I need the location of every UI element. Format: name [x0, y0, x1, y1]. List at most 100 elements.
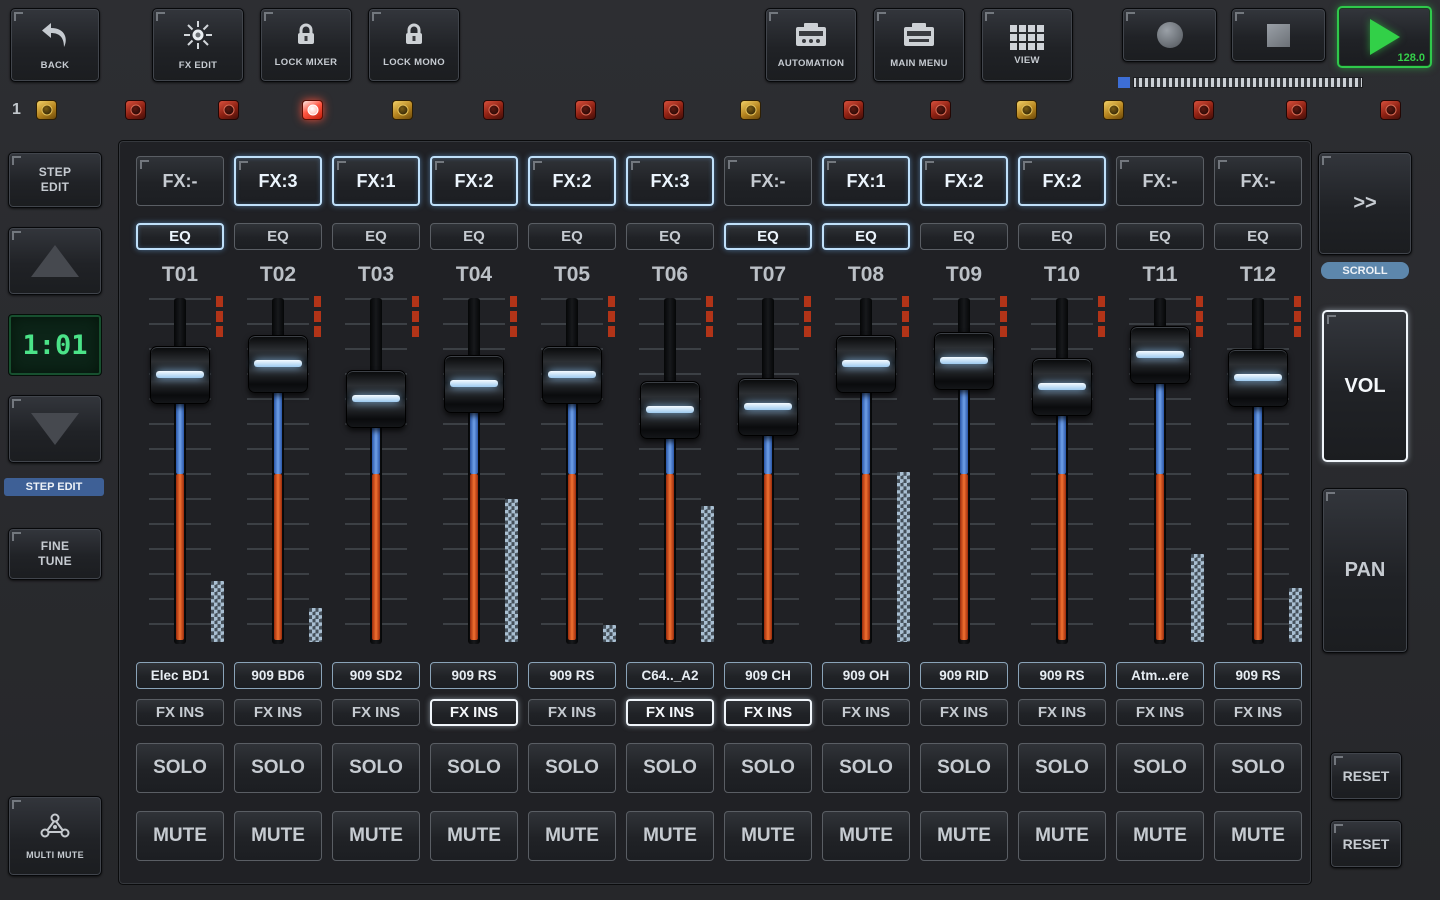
main-menu-button[interactable]: MAIN MENU: [873, 8, 965, 82]
fx-insert-button[interactable]: FX INS: [1214, 699, 1302, 726]
solo-button[interactable]: SOLO: [1018, 743, 1106, 793]
fader[interactable]: [1018, 294, 1106, 654]
mute-button[interactable]: MUTE: [1214, 811, 1302, 861]
led-indicator-icon[interactable]: [575, 100, 596, 120]
multi-mute-button[interactable]: MULTI MUTE: [8, 796, 102, 876]
led-indicator-icon[interactable]: [843, 100, 864, 120]
fader-knob[interactable]: [346, 370, 406, 428]
led-indicator-icon[interactable]: [663, 100, 684, 120]
stop-button[interactable]: [1231, 8, 1326, 62]
fx-insert-button[interactable]: FX INS: [1116, 699, 1204, 726]
fader-knob[interactable]: [738, 378, 798, 436]
eq-button[interactable]: EQ: [430, 223, 518, 250]
sample-name-button[interactable]: 909 SD2: [332, 662, 420, 689]
reset-mute-button[interactable]: RESET: [1330, 820, 1402, 868]
sample-name-button[interactable]: 909 RS: [1018, 662, 1106, 689]
mute-button[interactable]: MUTE: [920, 811, 1008, 861]
eq-button[interactable]: EQ: [1018, 223, 1106, 250]
step-up-button[interactable]: [8, 227, 102, 295]
fx-slot-button[interactable]: FX:-: [1116, 156, 1204, 206]
scroll-right-button[interactable]: >>: [1318, 152, 1412, 255]
fader-knob[interactable]: [1228, 349, 1288, 407]
sample-name-button[interactable]: 909 CH: [724, 662, 812, 689]
sample-name-button[interactable]: Elec BD1: [136, 662, 224, 689]
solo-button[interactable]: SOLO: [1116, 743, 1204, 793]
fader-knob[interactable]: [836, 335, 896, 393]
fader[interactable]: [430, 294, 518, 654]
led-indicator-icon[interactable]: [1286, 100, 1307, 120]
play-button[interactable]: 128.0: [1337, 6, 1432, 68]
fader-knob[interactable]: [1032, 358, 1092, 416]
speaker-indicator-icon[interactable]: [36, 100, 57, 120]
fx-slot-button[interactable]: FX:-: [724, 156, 812, 206]
solo-button[interactable]: SOLO: [430, 743, 518, 793]
fx-edit-button[interactable]: FX EDIT: [152, 8, 244, 82]
fx-insert-button[interactable]: FX INS: [626, 699, 714, 726]
playback-progress-bar[interactable]: [1118, 76, 1363, 88]
mute-button[interactable]: MUTE: [724, 811, 812, 861]
eq-button[interactable]: EQ: [1214, 223, 1302, 250]
fader[interactable]: [626, 294, 714, 654]
fx-insert-button[interactable]: FX INS: [136, 699, 224, 726]
mute-button[interactable]: MUTE: [234, 811, 322, 861]
eq-button[interactable]: EQ: [528, 223, 616, 250]
solo-button[interactable]: SOLO: [920, 743, 1008, 793]
lock-mixer-button[interactable]: LOCK MIXER: [260, 8, 352, 82]
position-display[interactable]: 1:01: [8, 314, 102, 376]
mute-button[interactable]: MUTE: [430, 811, 518, 861]
fader[interactable]: [1214, 294, 1302, 654]
fx-slot-button[interactable]: FX:3: [626, 156, 714, 206]
fx-insert-button[interactable]: FX INS: [822, 699, 910, 726]
led-indicator-icon[interactable]: [483, 100, 504, 120]
fx-slot-button[interactable]: FX:-: [1214, 156, 1302, 206]
fader-knob[interactable]: [150, 346, 210, 404]
fader[interactable]: [724, 294, 812, 654]
eq-button[interactable]: EQ: [626, 223, 714, 250]
fx-slot-button[interactable]: FX:2: [528, 156, 616, 206]
fader[interactable]: [528, 294, 616, 654]
pan-mode-button[interactable]: PAN: [1322, 488, 1408, 653]
led-indicator-icon[interactable]: [125, 100, 146, 120]
solo-button[interactable]: SOLO: [332, 743, 420, 793]
solo-button[interactable]: SOLO: [234, 743, 322, 793]
eq-button[interactable]: EQ: [234, 223, 322, 250]
fader-knob[interactable]: [1130, 326, 1190, 384]
fx-slot-button[interactable]: FX:2: [920, 156, 1008, 206]
eq-button[interactable]: EQ: [724, 223, 812, 250]
eq-button[interactable]: EQ: [1116, 223, 1204, 250]
solo-button[interactable]: SOLO: [136, 743, 224, 793]
back-button[interactable]: BACK: [10, 8, 100, 82]
fx-insert-button[interactable]: FX INS: [332, 699, 420, 726]
speaker-indicator-icon[interactable]: [392, 100, 413, 120]
fader-knob[interactable]: [934, 332, 994, 390]
mute-button[interactable]: MUTE: [822, 811, 910, 861]
fx-slot-button[interactable]: FX:-: [136, 156, 224, 206]
record-button[interactable]: [1122, 8, 1217, 62]
eq-button[interactable]: EQ: [822, 223, 910, 250]
sample-name-button[interactable]: Atm...ere: [1116, 662, 1204, 689]
fader[interactable]: [822, 294, 910, 654]
solo-button[interactable]: SOLO: [528, 743, 616, 793]
fx-insert-button[interactable]: FX INS: [430, 699, 518, 726]
fader[interactable]: [1116, 294, 1204, 654]
led-indicator-icon[interactable]: [218, 100, 239, 120]
fader[interactable]: [332, 294, 420, 654]
sample-name-button[interactable]: 909 OH: [822, 662, 910, 689]
fx-slot-button[interactable]: FX:3: [234, 156, 322, 206]
fx-insert-button[interactable]: FX INS: [234, 699, 322, 726]
fine-tune-button[interactable]: FINE TUNE: [8, 528, 102, 580]
mute-button[interactable]: MUTE: [1018, 811, 1106, 861]
step-down-button[interactable]: [8, 395, 102, 463]
fx-insert-button[interactable]: FX INS: [724, 699, 812, 726]
automation-button[interactable]: AUTOMATION: [765, 8, 857, 82]
fx-insert-button[interactable]: FX INS: [920, 699, 1008, 726]
fader-knob[interactable]: [444, 355, 504, 413]
reset-solo-button[interactable]: RESET: [1330, 752, 1402, 800]
sample-name-button[interactable]: 909 RS: [1214, 662, 1302, 689]
fader[interactable]: [136, 294, 224, 654]
mute-button[interactable]: MUTE: [528, 811, 616, 861]
solo-button[interactable]: SOLO: [724, 743, 812, 793]
mute-button[interactable]: MUTE: [626, 811, 714, 861]
sample-name-button[interactable]: 909 BD6: [234, 662, 322, 689]
view-button[interactable]: VIEW: [981, 8, 1073, 82]
